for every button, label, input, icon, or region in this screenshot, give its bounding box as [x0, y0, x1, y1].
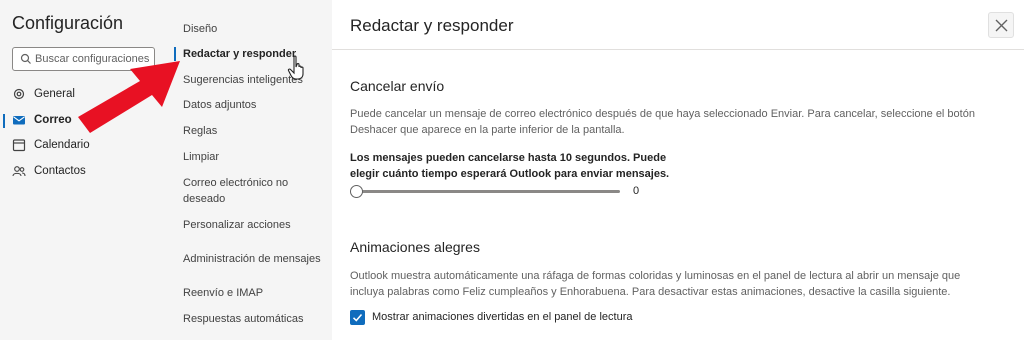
settings-nav: Configuración Buscar configuraciones Gen… — [0, 0, 170, 340]
mail-icon — [13, 116, 25, 125]
subnav-item[interactable]: Correo electrónico no deseado — [183, 175, 303, 207]
header-divider — [332, 49, 1024, 50]
close-icon — [995, 19, 1008, 32]
undo-send-note: Los mensajes pueden cancelarse hasta 10 … — [350, 152, 670, 180]
animations-description: Outlook muestra automáticamente una ráfa… — [350, 270, 961, 298]
people-icon — [12, 166, 26, 177]
subnav-item[interactable]: Personalizar acciones — [183, 217, 328, 233]
mail-subnav: Diseño Redactar y responder Sugerencias … — [170, 0, 332, 340]
nav-general[interactable]: General — [12, 83, 75, 105]
subnav-item[interactable]: Respuestas automáticas — [183, 311, 328, 327]
nav-label: Contactos — [34, 165, 86, 177]
subnav-item[interactable]: Administración de mensajes — [183, 251, 328, 267]
search-icon — [20, 53, 31, 64]
undo-send-slider-track[interactable] — [356, 190, 620, 193]
nav-contacts[interactable]: Contactos — [12, 160, 86, 182]
undo-send-slider-value: 0 — [633, 185, 640, 197]
calendar-icon — [12, 139, 26, 152]
subnav-item[interactable]: Diseño — [183, 21, 328, 37]
subnav-item[interactable]: Reglas — [183, 123, 328, 139]
nav-label: General — [34, 88, 75, 100]
panel-title: Redactar y responder — [350, 16, 514, 35]
animations-checkbox[interactable] — [350, 310, 365, 325]
subnav-item[interactable]: Datos adjuntos — [183, 97, 328, 113]
hand-cursor-icon — [287, 55, 304, 80]
undo-send-description: Puede cancelar un mensaje de correo elec… — [350, 108, 975, 136]
close-button[interactable] — [988, 12, 1014, 38]
undo-send-heading: Cancelar envío — [350, 78, 445, 94]
undo-send-slider-thumb[interactable] — [350, 185, 363, 198]
settings-title: Configuración — [12, 13, 124, 33]
settings-panel: Redactar y responder Cancelar envío Pued… — [332, 0, 1024, 340]
animations-heading: Animaciones alegres — [350, 239, 480, 255]
nav-active-indicator — [3, 114, 5, 128]
subnav-item[interactable]: Limpiar — [183, 149, 328, 165]
nav-mail[interactable]: Correo — [12, 109, 72, 131]
gear-icon — [13, 88, 25, 100]
subnav-item[interactable]: Reenvío e IMAP — [183, 285, 328, 301]
red-arrow-annotation — [78, 61, 180, 133]
checkmark-icon — [352, 314, 363, 322]
animations-checkbox-label[interactable]: Mostrar animaciones divertidas en el pan… — [372, 311, 632, 323]
nav-label: Correo — [34, 114, 72, 126]
